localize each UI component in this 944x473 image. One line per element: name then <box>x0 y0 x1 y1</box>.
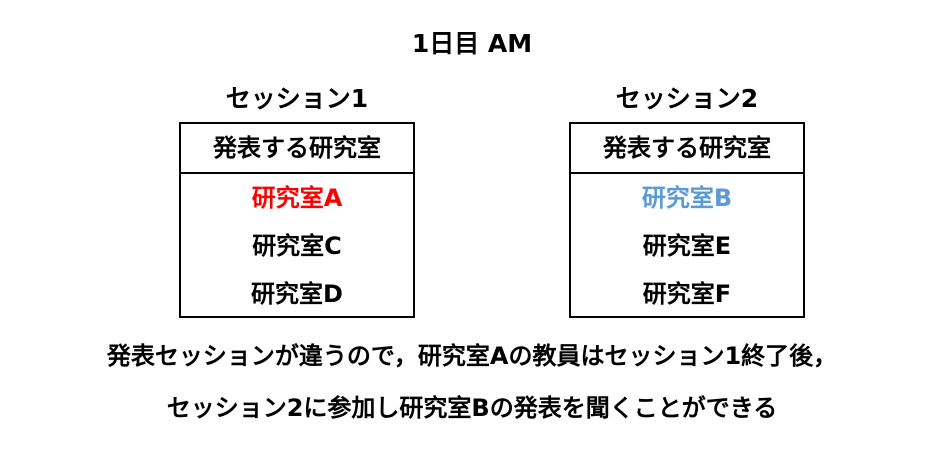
lab-c: 研究室C <box>252 232 342 260</box>
session-1: セッション1 発表する研究室 研究室A 研究室C 研究室D <box>179 84 415 318</box>
caption-line-2: セッション2に参加し研究室Bの発表を聞くことができる <box>166 394 778 422</box>
session-2-table: 発表する研究室 研究室B 研究室E 研究室F <box>569 122 805 318</box>
lab-d: 研究室D <box>251 280 343 308</box>
page-title: 1日目 AM <box>411 29 533 58</box>
lab-a: 研究室A <box>251 184 343 212</box>
lab-f: 研究室F <box>642 280 732 308</box>
caption-line-1: 発表セッションが違うので，研究室Aの教員はセッション1終了後， <box>106 342 838 370</box>
session-1-heading: セッション1 <box>225 84 369 113</box>
lab-e: 研究室E <box>642 232 732 260</box>
session-2-heading: セッション2 <box>615 84 759 113</box>
session-1-table-header: 発表する研究室 <box>181 124 413 174</box>
session-2: セッション2 発表する研究室 研究室B 研究室E 研究室F <box>569 84 805 318</box>
session-1-table: 発表する研究室 研究室A 研究室C 研究室D <box>179 122 415 318</box>
session-2-table-header: 発表する研究室 <box>571 124 803 174</box>
lab-b: 研究室B <box>641 184 733 212</box>
